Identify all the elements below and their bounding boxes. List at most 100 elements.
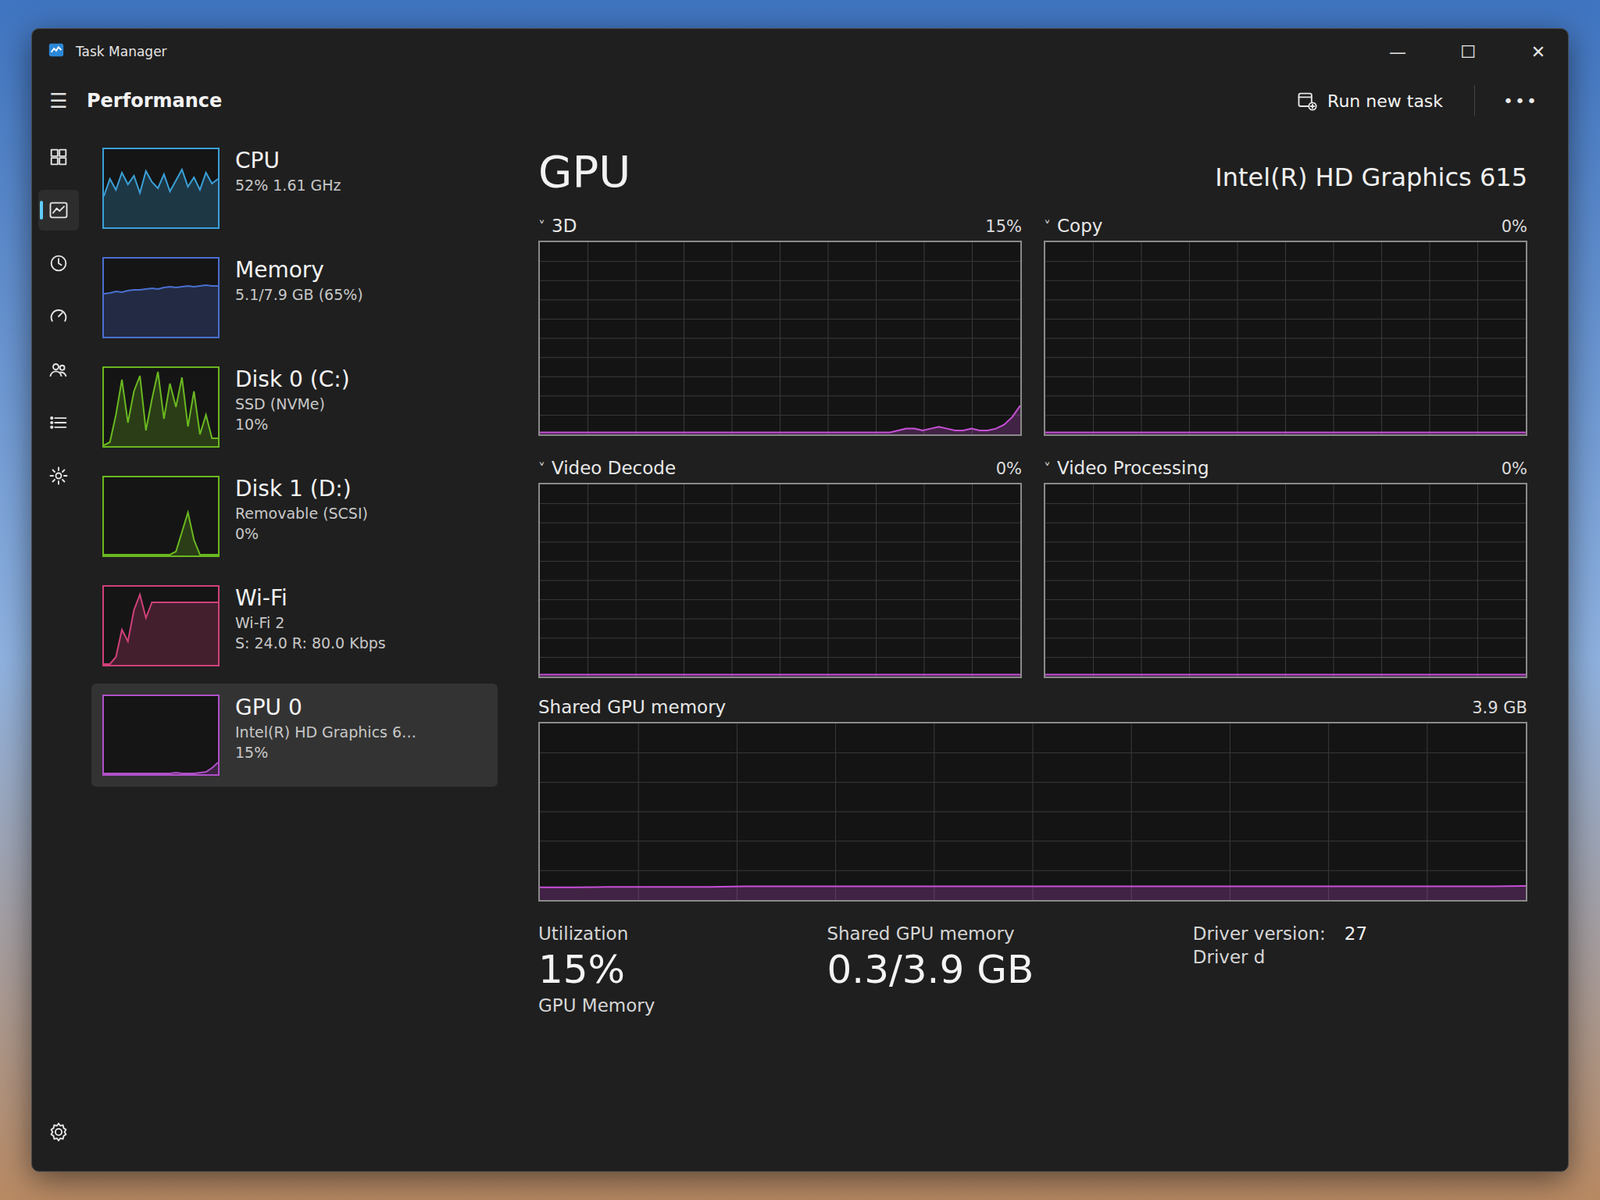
nav-item[interactable]: [38, 136, 79, 178]
settings-icon: [47, 1121, 70, 1143]
startup-icon: [47, 305, 70, 328]
stat: Utilization15%GPU Memory: [538, 923, 796, 1016]
engine-graph: [1045, 484, 1526, 677]
item-detail: Wi-Fi 2: [235, 614, 386, 632]
sidebar-item[interactable]: GPU 0Intel(R) HD Graphics 6…15%: [91, 683, 498, 787]
thumbnail-graph: [103, 696, 218, 775]
chart-area: [539, 675, 1021, 677]
run-new-task-label[interactable]: Run new task: [1327, 91, 1443, 111]
sidebar-item[interactable]: Wi-FiWi-Fi 2S: 24.0 R: 80.0 Kbps: [91, 574, 498, 678]
stat-value: 15%: [538, 946, 796, 993]
detail-row: Driver d: [1192, 946, 1528, 968]
details-icon: [47, 411, 70, 434]
run-task-icon: [1296, 89, 1318, 112]
item-detail: S: 24.0 R: 80.0 Kbps: [235, 634, 386, 652]
chart-area: [539, 405, 1021, 435]
nav-item[interactable]: [38, 349, 79, 390]
item-name: GPU 0: [235, 694, 417, 721]
thumbnail-graph: [103, 586, 218, 665]
item-detail: Removable (SCSI): [235, 504, 368, 522]
nav-item[interactable]: [38, 296, 79, 337]
thumbnail-graph: [103, 149, 218, 228]
nav-item[interactable]: [38, 402, 79, 443]
users-icon: [47, 358, 70, 381]
thumbnail-chart: [102, 585, 220, 667]
chart-label: Shared GPU memory: [538, 696, 726, 718]
chart-line: [539, 885, 1526, 888]
dropdown-caret[interactable]: ˅: [538, 460, 546, 477]
performance-icon: [47, 199, 70, 222]
item-info: Disk 0 (C:)SSD (NVMe)10%: [235, 366, 350, 433]
engine-label[interactable]: Copy: [1057, 215, 1103, 236]
chart-line: [103, 762, 218, 774]
item-info: Memory 5.1/7.9 GB (65%): [235, 257, 364, 304]
stats: Utilization15%GPU MemoryShared GPU memor…: [538, 915, 1528, 1016]
dropdown-caret[interactable]: ˅: [538, 217, 546, 235]
engine-chart: ˅Copy0%: [1043, 210, 1528, 436]
app-history-icon: [47, 252, 70, 275]
engine-graph: [1045, 242, 1526, 435]
nav-item[interactable]: [38, 1111, 79, 1153]
menu-button[interactable]: ☰: [47, 89, 70, 113]
adapter-name: Intel(R) HD Graphics 615: [1214, 162, 1528, 197]
item-detail: 5.1/7.9 GB (65%): [235, 285, 364, 304]
thumbnail-chart: [102, 694, 220, 776]
engine-selector[interactable]: ˅ Video Processing: [1043, 457, 1210, 479]
panel-title: GPU: [538, 146, 631, 197]
nav-item[interactable]: [38, 455, 79, 497]
stat-label: GPU Memory: [538, 995, 796, 1016]
dropdown-caret[interactable]: ˅: [1043, 217, 1051, 235]
item-name: Disk 0 (C:): [235, 366, 350, 393]
thumbnail-chart: [102, 257, 220, 339]
gpu-panel: GPU Intel(R) HD Graphics 615 ˅ 3D 15% ˅ Copy 0%…: [507, 130, 1568, 1172]
chart-header: ˅Video Decode0%: [538, 453, 1022, 479]
engine-label[interactable]: Video Processing: [1057, 457, 1210, 479]
chart-header: ˅3D15%: [538, 210, 1022, 236]
engine-selector[interactable]: ˅ Video Decode: [538, 457, 676, 479]
more-button[interactable]: •••: [1492, 85, 1550, 118]
chart-line: [103, 285, 218, 294]
sidebar-item[interactable]: Memory 5.1/7.9 GB (65%): [91, 246, 498, 350]
item-info: Disk 1 (D:)Removable (SCSI)0%: [235, 475, 368, 543]
item-name: Memory: [235, 257, 364, 283]
chart-area: [103, 371, 218, 447]
chart-area: [103, 512, 218, 556]
item-name: CPU: [235, 147, 342, 174]
window-title: Task Manager: [75, 43, 168, 60]
engine-reading: 0%: [1501, 459, 1528, 479]
chart-header: Shared GPU memory3.9 GB: [538, 692, 1528, 718]
minimize-button[interactable]: —: [1367, 28, 1428, 75]
run-new-task-button[interactable]: Run new task: [1282, 82, 1458, 120]
chart-area: [103, 594, 218, 665]
nav-item[interactable]: [38, 242, 79, 284]
thumbnail-graph: [103, 258, 218, 337]
processes-icon: [47, 146, 70, 168]
close-button[interactable]: ✕: [1508, 28, 1568, 75]
shared-memory-chart: Shared GPU memory3.9 GB: [538, 692, 1528, 902]
sidebar-item[interactable]: Disk 0 (C:)SSD (NVMe)10%: [91, 355, 498, 459]
chart-area: [103, 169, 218, 228]
engine-selector[interactable]: ˅ Copy: [1043, 215, 1103, 236]
sidebar-item[interactable]: Disk 1 (D:)Removable (SCSI)0%: [91, 464, 498, 568]
chart-area: [1045, 432, 1526, 435]
engine-chart: ˅Video Decode0%: [538, 453, 1022, 679]
engine-label[interactable]: 3D: [551, 215, 577, 236]
engine-label[interactable]: Video Decode: [551, 457, 676, 479]
detail-row: Driver version:27: [1192, 923, 1528, 944]
sidebar-item[interactable]: CPU52% 1.61 GHz: [91, 136, 498, 240]
chart-line: [103, 169, 218, 197]
chart-line: [539, 405, 1021, 433]
chart-line: [1045, 674, 1526, 676]
engine-charts: ˅3D15%˅Copy0%˅Video Decode0%˅Video Proce…: [538, 210, 1528, 679]
nav-item[interactable]: [38, 189, 79, 231]
maximize-button[interactable]: ☐: [1438, 28, 1498, 75]
chart-box: [538, 482, 1022, 679]
title-bar: Task Manager —☐✕: [32, 28, 1568, 75]
dropdown-caret[interactable]: ˅: [1043, 460, 1051, 477]
engine-selector[interactable]: ˅ 3D: [538, 215, 577, 236]
chart-header: ˅Copy0%: [1043, 210, 1528, 236]
item-detail: SSD (NVMe): [235, 395, 350, 413]
panel-header: GPU Intel(R) HD Graphics 615: [538, 146, 1528, 197]
chart-line: [1045, 432, 1526, 434]
header-bar: ☰PerformanceRun new task•••: [32, 74, 1568, 131]
